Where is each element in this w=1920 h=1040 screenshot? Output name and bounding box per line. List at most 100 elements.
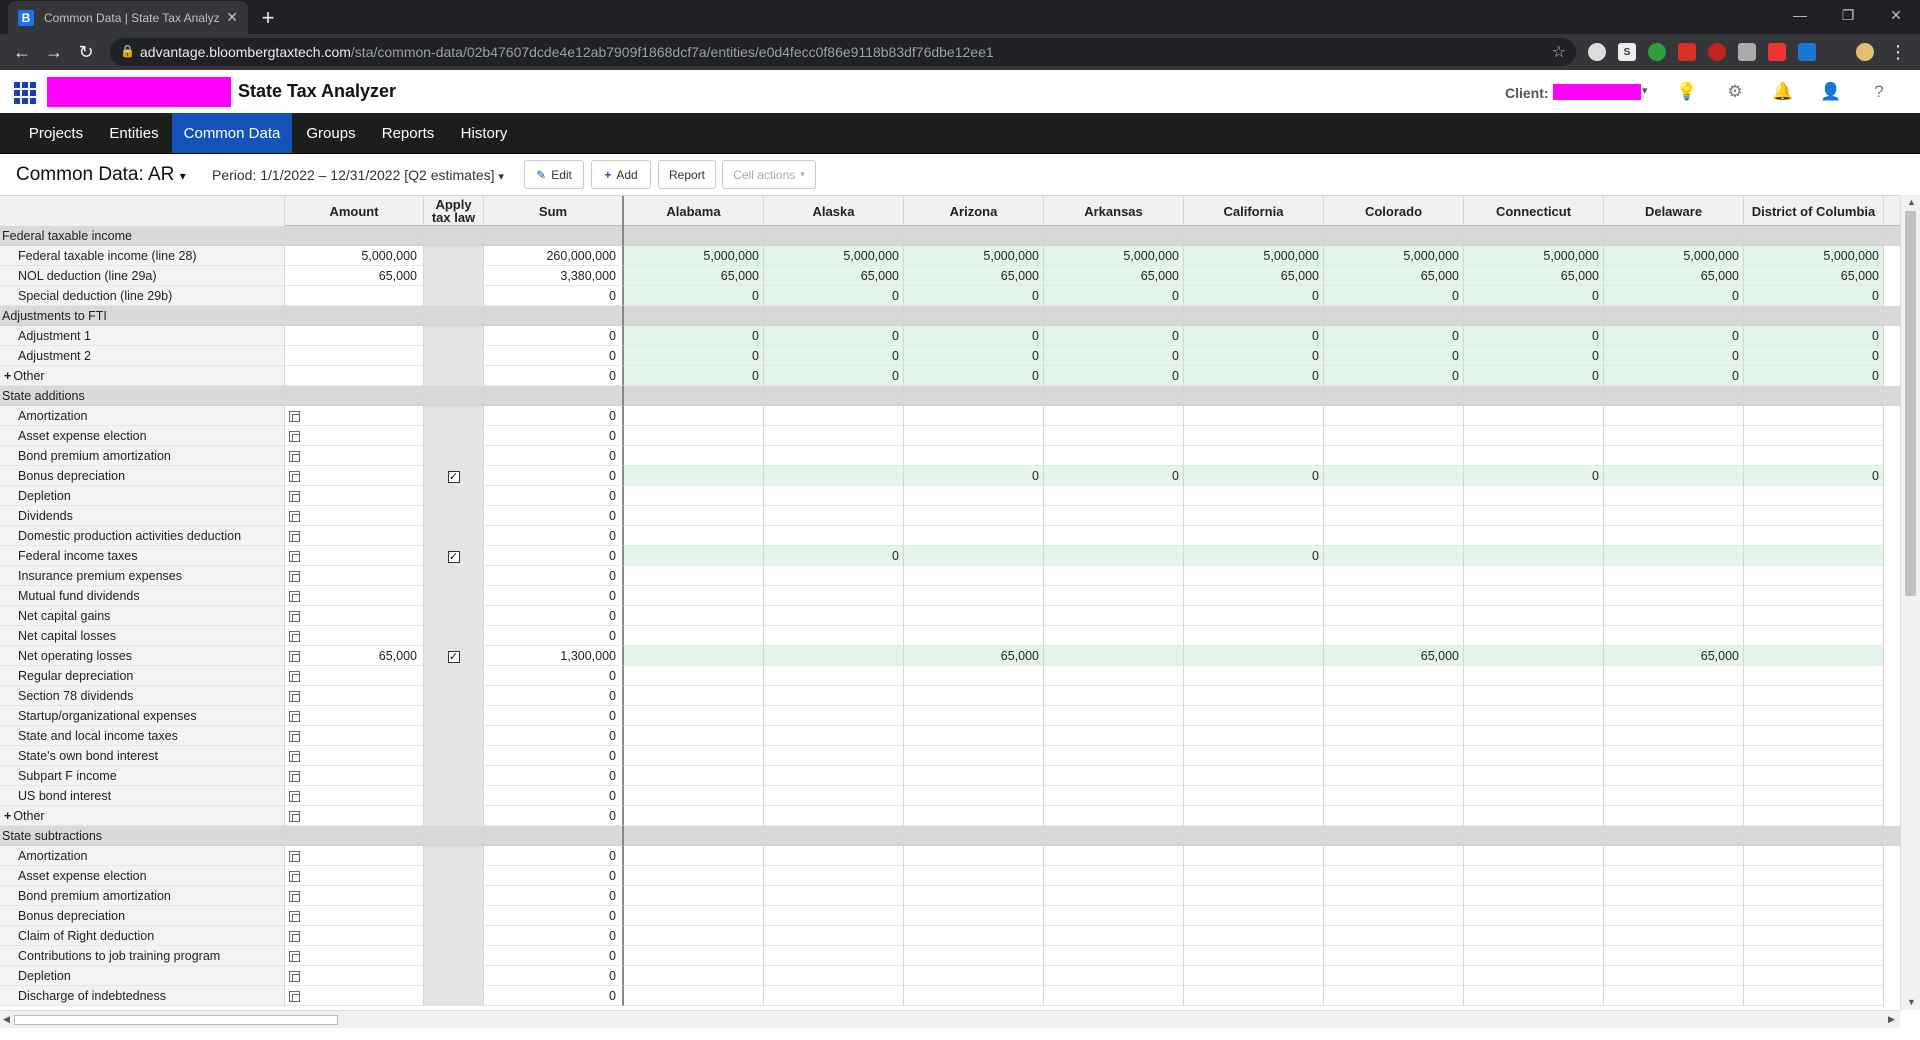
state-cell[interactable] — [764, 806, 904, 826]
state-cell[interactable] — [1044, 746, 1184, 766]
copy-icon[interactable] — [289, 551, 300, 562]
state-cell[interactable] — [764, 706, 904, 726]
state-cell[interactable] — [1464, 426, 1604, 446]
copy-icon[interactable] — [289, 931, 300, 942]
amount-cell[interactable] — [285, 926, 424, 946]
state-cell[interactable] — [764, 906, 904, 926]
extension-h-icon[interactable] — [1798, 43, 1816, 61]
state-cell[interactable]: 0 — [904, 366, 1044, 386]
state-cell[interactable] — [624, 906, 764, 926]
row-label[interactable]: + Other — [0, 806, 285, 826]
state-cell[interactable] — [1324, 466, 1464, 486]
state-cell[interactable] — [1744, 626, 1884, 646]
header-state-alabama[interactable]: Alabama — [624, 196, 764, 226]
state-cell[interactable] — [1744, 786, 1884, 806]
state-cell[interactable]: 5,000,000 — [1744, 246, 1884, 266]
state-cell[interactable] — [764, 526, 904, 546]
state-cell[interactable] — [1604, 466, 1744, 486]
state-cell[interactable] — [1324, 566, 1464, 586]
header-state-delaware[interactable]: Delaware — [1604, 196, 1744, 226]
lightbulb-icon[interactable]: 💡 — [1676, 81, 1698, 103]
state-cell[interactable] — [1044, 566, 1184, 586]
state-cell[interactable] — [1744, 566, 1884, 586]
state-cell[interactable] — [1324, 786, 1464, 806]
state-cell[interactable]: 5,000,000 — [904, 246, 1044, 266]
state-cell[interactable] — [1184, 786, 1324, 806]
scroll-up-icon[interactable]: ▲ — [1907, 197, 1916, 207]
report-button[interactable]: Report — [658, 160, 716, 189]
extension-s-icon[interactable]: S — [1618, 43, 1636, 61]
state-cell[interactable]: 0 — [624, 286, 764, 306]
state-cell[interactable] — [904, 546, 1044, 566]
state-cell[interactable] — [764, 486, 904, 506]
state-cell[interactable] — [1744, 906, 1884, 926]
state-cell[interactable] — [1184, 686, 1324, 706]
state-cell[interactable] — [904, 486, 1044, 506]
apply-tax-law-cell[interactable] — [424, 846, 484, 866]
state-cell[interactable] — [1744, 946, 1884, 966]
apply-tax-law-cell[interactable] — [424, 606, 484, 626]
state-cell[interactable] — [1744, 506, 1884, 526]
apply-tax-law-cell[interactable] — [424, 586, 484, 606]
apply-tax-law-cell[interactable] — [424, 946, 484, 966]
state-cell[interactable] — [1464, 606, 1604, 626]
state-cell[interactable] — [904, 806, 1044, 826]
amount-cell[interactable] — [285, 426, 424, 446]
amount-cell[interactable] — [285, 946, 424, 966]
state-cell[interactable]: 0 — [1324, 286, 1464, 306]
state-cell[interactable] — [624, 466, 764, 486]
state-cell[interactable]: 0 — [1604, 366, 1744, 386]
copy-icon[interactable] — [289, 851, 300, 862]
state-cell[interactable] — [624, 966, 764, 986]
state-cell[interactable] — [764, 626, 904, 646]
state-cell[interactable] — [904, 966, 1044, 986]
state-cell[interactable] — [1324, 946, 1464, 966]
apply-tax-law-cell[interactable] — [424, 326, 484, 346]
state-cell[interactable]: 65,000 — [1324, 646, 1464, 666]
state-cell[interactable] — [764, 466, 904, 486]
amount-cell[interactable] — [285, 626, 424, 646]
state-cell[interactable] — [1744, 766, 1884, 786]
state-cell[interactable] — [1324, 546, 1464, 566]
amount-cell[interactable] — [285, 486, 424, 506]
state-cell[interactable] — [624, 526, 764, 546]
state-cell[interactable] — [904, 626, 1044, 646]
state-cell[interactable] — [1604, 406, 1744, 426]
copy-icon[interactable] — [289, 591, 300, 602]
state-cell[interactable] — [764, 646, 904, 666]
forward-icon[interactable]: → — [42, 40, 66, 64]
state-cell[interactable]: 65,000 — [1744, 266, 1884, 286]
state-cell[interactable] — [904, 886, 1044, 906]
copy-icon[interactable] — [289, 871, 300, 882]
state-cell[interactable] — [1324, 486, 1464, 506]
copy-icon[interactable] — [289, 711, 300, 722]
amount-cell[interactable] — [285, 606, 424, 626]
state-cell[interactable]: 65,000 — [1184, 266, 1324, 286]
header-state-california[interactable]: California — [1184, 196, 1324, 226]
state-cell[interactable] — [1464, 526, 1604, 546]
copy-icon[interactable] — [289, 431, 300, 442]
state-cell[interactable]: 5,000,000 — [1604, 246, 1744, 266]
state-cell[interactable] — [1604, 706, 1744, 726]
state-cell[interactable] — [1044, 706, 1184, 726]
app-launcher-icon[interactable] — [14, 82, 36, 104]
browser-tab[interactable]: B Common Data | State Tax Analyzer ✕ — [8, 1, 248, 34]
state-cell[interactable] — [1044, 546, 1184, 566]
profile-avatar-icon[interactable] — [1856, 43, 1874, 61]
state-cell[interactable] — [1604, 606, 1744, 626]
state-cell[interactable] — [1044, 426, 1184, 446]
chevron-down-icon[interactable]: ▾ — [1642, 84, 1648, 97]
state-cell[interactable] — [1604, 806, 1744, 826]
state-cell[interactable]: 0 — [1184, 346, 1324, 366]
state-cell[interactable] — [624, 926, 764, 946]
state-cell[interactable] — [1744, 706, 1884, 726]
state-cell[interactable] — [904, 706, 1044, 726]
amount-cell[interactable] — [285, 786, 424, 806]
amount-cell[interactable] — [285, 686, 424, 706]
state-cell[interactable] — [1464, 446, 1604, 466]
amount-cell[interactable] — [285, 846, 424, 866]
state-cell[interactable] — [624, 786, 764, 806]
copy-icon[interactable] — [289, 631, 300, 642]
state-cell[interactable] — [1184, 606, 1324, 626]
amount-cell[interactable] — [285, 466, 424, 486]
